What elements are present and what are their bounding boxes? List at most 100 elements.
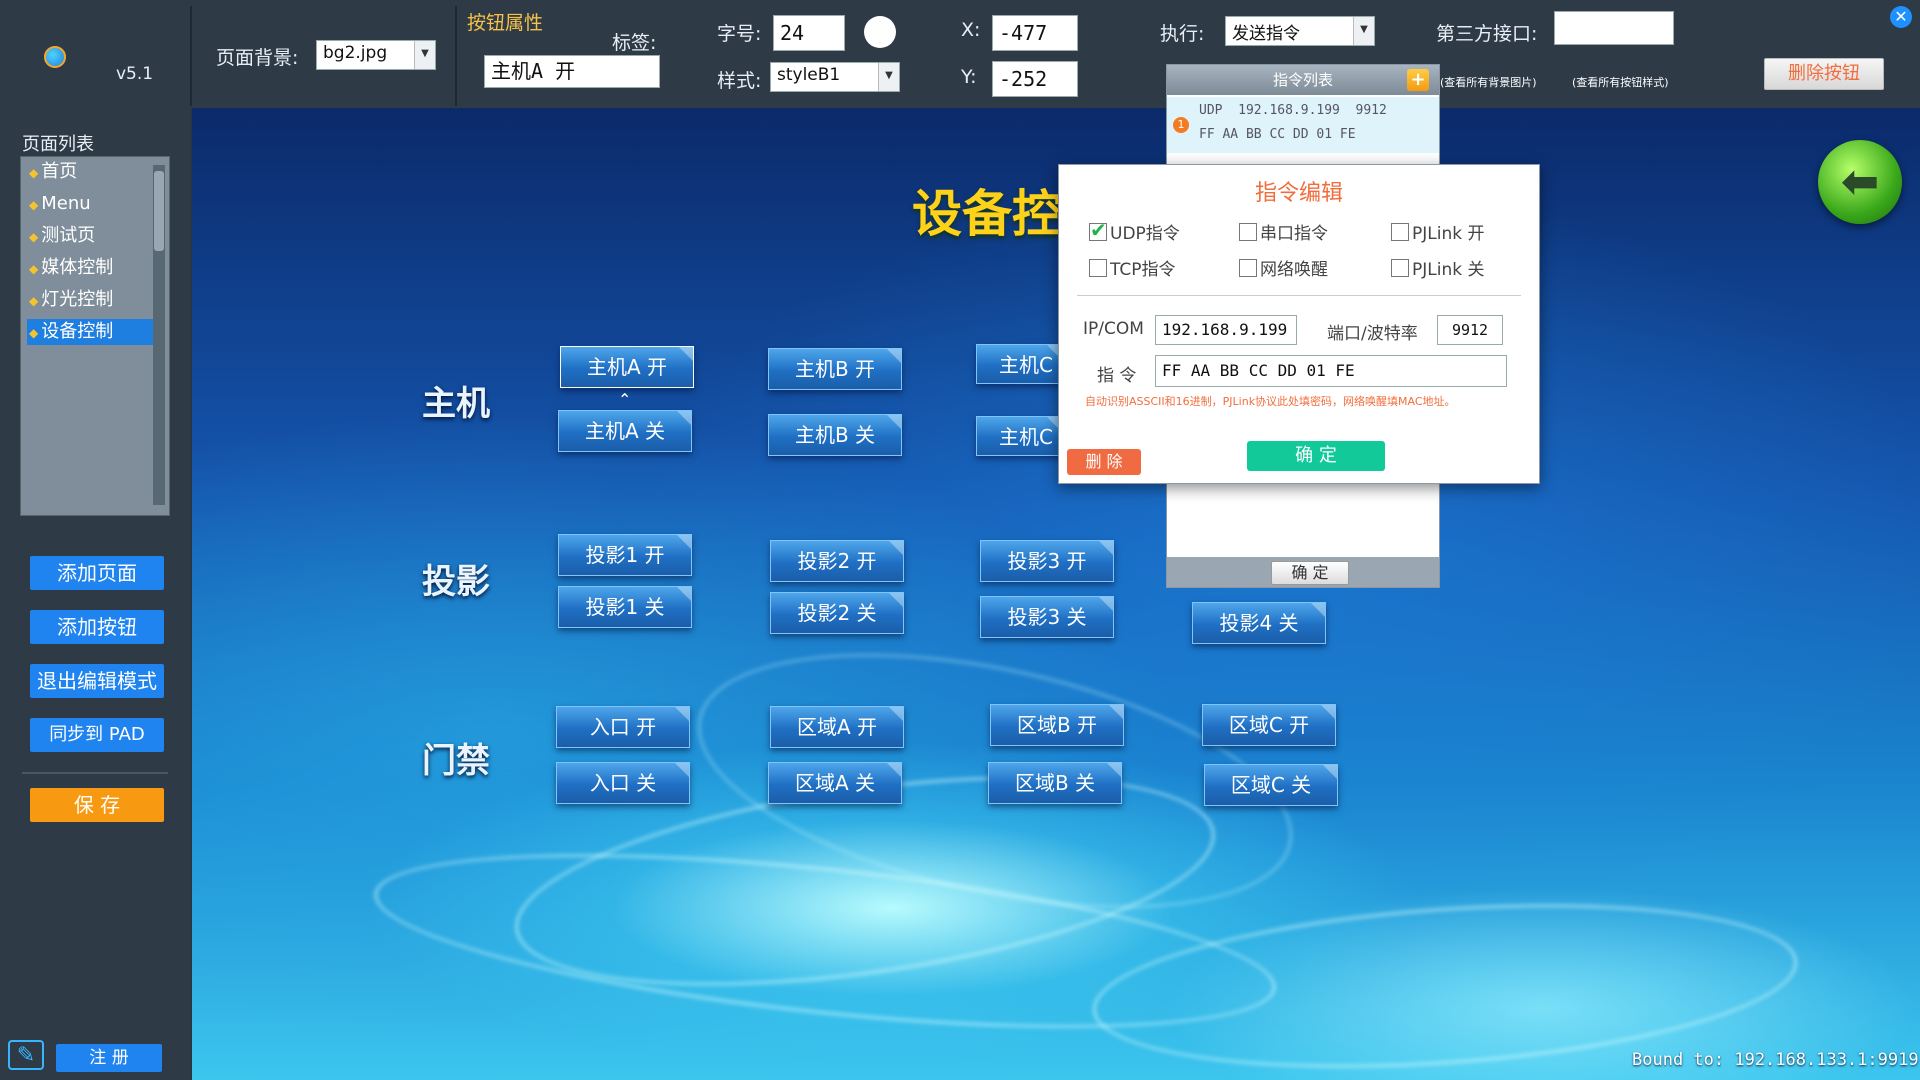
dialog-confirm-button[interactable]: 确 定 <box>1247 441 1385 471</box>
command-input[interactable]: FF AA BB CC DD 01 FE <box>1155 355 1507 387</box>
port-input[interactable]: 9912 <box>1437 315 1503 345</box>
resize-handle-icon[interactable]: ⌃ <box>618 390 631 409</box>
pjlink-on-checkbox-label: PJLink 开 <box>1412 224 1485 244</box>
page-item-device[interactable]: ◆ 设备控制 <box>27 319 153 345</box>
udp-checkbox[interactable]: UDP指令 <box>1089 218 1180 244</box>
third-party-input[interactable] <box>1554 11 1674 45</box>
page-item-label: 设备控制 <box>41 321 114 342</box>
view-btn-styles-link[interactable]: (查看所有按钮样式) <box>1572 74 1669 90</box>
app-version: v5.1 <box>116 64 154 84</box>
pjlink-on-checkbox[interactable]: PJLink 开 <box>1391 219 1484 244</box>
projector-2-off-button[interactable]: 投影2 关 <box>770 592 904 634</box>
sync-pad-button[interactable]: 同步到 PAD <box>30 718 164 752</box>
page-title: 设备控 <box>912 185 1062 243</box>
projector-1-off-button[interactable]: 投影1 关 <box>558 586 692 628</box>
projector-1-on-button[interactable]: 投影1 开 <box>558 534 692 576</box>
command-item-line2: FF AA BB CC DD 01 FE <box>1199 127 1356 142</box>
checkbox-icon <box>1391 259 1409 277</box>
x-label: X: <box>961 19 981 41</box>
exec-label: 执行: <box>1160 23 1205 45</box>
command-list-item[interactable]: 1 UDP 192.168.9.199 9912 FF AA BB CC DD … <box>1167 97 1439 153</box>
entry-off-button[interactable]: 入口 关 <box>556 762 690 804</box>
ip-input[interactable]: 192.168.9.199 <box>1155 315 1297 345</box>
host-c-off-button[interactable]: 主机C <box>976 416 1062 456</box>
command-edit-dialog: 指令编辑 UDP指令 串口指令 PJLink 开 TCP指令 网络唤醒 PJLi… <box>1058 164 1540 484</box>
tcp-checkbox[interactable]: TCP指令 <box>1089 255 1176 280</box>
dialog-hint: 自动识别ASSCII和16进制，PJLink协议此处填密码，网络唤醒填MAC地址… <box>1085 395 1456 408</box>
bg-select-value: bg2.jpg <box>323 43 388 63</box>
zone-c-off-button[interactable]: 区域C 关 <box>1204 764 1338 806</box>
bg-select[interactable]: bg2.jpg ▼ <box>316 40 436 70</box>
save-button[interactable]: 保 存 <box>30 788 164 822</box>
add-button-button[interactable]: 添加按钮 <box>30 610 164 644</box>
warning-badge-icon: 1 <box>1173 117 1189 133</box>
checkbox-icon <box>1239 223 1257 241</box>
bullet-icon: ◆ <box>29 326 39 340</box>
section-label-projector: 投影 <box>422 562 490 602</box>
back-arrow-icon[interactable]: ⬅ <box>1818 140 1902 224</box>
port-label: 端口/波特率 <box>1327 324 1418 344</box>
pjlink-off-checkbox[interactable]: PJLink 关 <box>1391 255 1484 280</box>
zone-b-on-button[interactable]: 区域B 开 <box>990 704 1124 746</box>
host-a-on-button[interactable]: 主机A 开 <box>560 346 694 388</box>
command-list-title: 指令列表 <box>1167 65 1439 95</box>
zone-b-off-button[interactable]: 区域B 关 <box>988 762 1122 804</box>
page-item-menu[interactable]: ◆ Menu <box>27 191 153 217</box>
font-size-label: 字号: <box>717 23 762 45</box>
zone-a-on-button[interactable]: 区域A 开 <box>770 706 904 748</box>
style-select[interactable]: styleB1 ▼ <box>770 62 900 92</box>
add-command-icon[interactable]: + <box>1407 69 1429 91</box>
font-size-input[interactable]: 24 <box>773 15 845 51</box>
third-party-label: 第三方接口: <box>1436 23 1538 45</box>
checkbox-icon <box>1089 259 1107 277</box>
command-label: 指 令 <box>1097 366 1137 386</box>
dialog-delete-button[interactable]: 删 除 <box>1067 449 1141 475</box>
y-label: Y: <box>961 66 977 88</box>
page-list: ◆ 首页 ◆ Menu ◆ 测试页 ◆ 媒体控制 ◆ 灯光控制 ◆ 设备控制 <box>20 156 170 516</box>
tag-input[interactable]: 主机A 开 <box>484 55 660 88</box>
host-a-off-button[interactable]: 主机A 关 <box>558 410 692 452</box>
zone-a-off-button[interactable]: 区域A 关 <box>768 762 902 804</box>
zone-c-on-button[interactable]: 区域C 开 <box>1202 704 1336 746</box>
host-b-on-button[interactable]: 主机B 开 <box>768 348 902 390</box>
exit-edit-button[interactable]: 退出编辑模式 <box>30 664 164 698</box>
page-item-test[interactable]: ◆ 测试页 <box>27 223 153 249</box>
exec-select[interactable]: 发送指令 ▼ <box>1225 16 1375 46</box>
chevron-down-icon: ▼ <box>1353 17 1374 45</box>
style-label: 样式: <box>717 70 762 92</box>
view-bg-images-link[interactable]: (查看所有背景图片) <box>1440 74 1537 90</box>
color-picker-icon[interactable] <box>864 16 896 48</box>
bullet-icon: ◆ <box>29 166 39 180</box>
chevron-down-icon: ▼ <box>878 63 899 91</box>
host-c-on-button[interactable]: 主机C <box>976 344 1062 384</box>
section-label-access: 门禁 <box>422 741 490 781</box>
page-item-home[interactable]: ◆ 首页 <box>27 159 153 185</box>
checkbox-icon <box>1089 218 1107 242</box>
close-icon[interactable]: ✕ <box>1890 6 1912 28</box>
button-props-label: 按钮属性 <box>467 12 544 34</box>
exec-select-value: 发送指令 <box>1232 24 1300 44</box>
x-input[interactable]: -477 <box>992 15 1078 51</box>
serial-checkbox[interactable]: 串口指令 <box>1239 219 1328 244</box>
projector-3-on-button[interactable]: 投影3 开 <box>980 540 1114 582</box>
page-list-scrollbar[interactable] <box>153 165 165 505</box>
delete-button[interactable]: 删除按钮 <box>1764 58 1884 90</box>
command-list-confirm-button[interactable]: 确 定 <box>1271 561 1349 585</box>
add-page-button[interactable]: 添加页面 <box>30 556 164 590</box>
page-item-media[interactable]: ◆ 媒体控制 <box>27 255 153 281</box>
app-logo-icon <box>44 46 66 68</box>
scrollbar-thumb[interactable] <box>154 171 164 251</box>
projector-2-on-button[interactable]: 投影2 开 <box>770 540 904 582</box>
edit-icon[interactable]: ✎ <box>8 1040 44 1070</box>
projector-4-off-button[interactable]: 投影4 关 <box>1192 602 1326 644</box>
page-item-lighting[interactable]: ◆ 灯光控制 <box>27 287 153 313</box>
register-button[interactable]: 注 册 <box>56 1044 162 1072</box>
y-input[interactable]: -252 <box>992 61 1078 97</box>
projector-3-off-button[interactable]: 投影3 关 <box>980 596 1114 638</box>
entry-on-button[interactable]: 入口 开 <box>556 706 690 748</box>
bg-label: 页面背景: <box>216 47 299 69</box>
wol-checkbox[interactable]: 网络唤醒 <box>1239 255 1328 280</box>
dialog-title: 指令编辑 <box>1254 181 1343 206</box>
host-b-off-button[interactable]: 主机B 关 <box>768 414 902 456</box>
pjlink-off-checkbox-label: PJLink 关 <box>1412 260 1485 280</box>
